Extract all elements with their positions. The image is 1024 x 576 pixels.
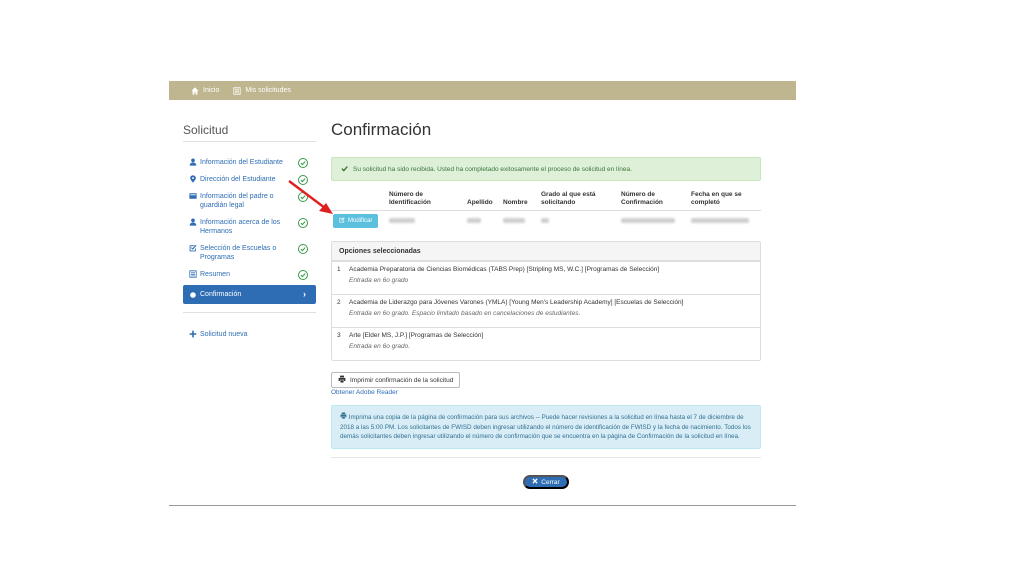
close-icon [532, 478, 538, 486]
option-subtitle: Entrada en 6o grado. [349, 343, 411, 350]
nav-home-label: Inicio [203, 87, 220, 94]
application-summary-table: Número de Identificación Apellido Nombre… [331, 191, 761, 231]
plus-icon [189, 330, 197, 338]
nav-my-applications-label: Mis solicitudes [245, 87, 291, 94]
sidebar-item-label: Selección de Escuelas o Programas [200, 245, 277, 261]
option-subtitle: Entrada en 6o grado. Espacio limitado ba… [349, 310, 581, 317]
chevron-right-icon: › [303, 289, 306, 299]
sidebar-item-student-info[interactable]: Información del Estudiante [183, 154, 316, 171]
sidebar-item-label: Confirmación [200, 291, 242, 298]
map-marker-icon [189, 175, 197, 183]
table-header-first-name: Nombre [503, 199, 528, 206]
check-icon [298, 270, 308, 280]
check-icon [298, 244, 308, 254]
success-alert: Su solicitud ha sido recibida. Usted ha … [331, 157, 761, 181]
info-alert: Imprima una copia de la página de confir… [331, 405, 761, 449]
user-icon [189, 158, 197, 166]
table-header-grade: Grado al que está solicitando [541, 191, 596, 206]
list-icon [189, 270, 197, 278]
new-application-label: Solicitud nueva [200, 331, 248, 338]
nav-home-link[interactable]: Inicio [191, 86, 220, 95]
sidebar-item-confirmation[interactable]: Confirmación › [183, 285, 316, 304]
list-item: 1 Academia Preparatoria de Ciencias Biom… [332, 261, 760, 294]
option-subtitle: Entrada en 6o grado [349, 277, 409, 284]
table-cell-first-name-redacted [501, 210, 539, 231]
table-cell-grade-redacted [539, 210, 619, 231]
main-content: Confirmación Su solicitud ha sido recibi… [331, 118, 761, 458]
id-card-icon [189, 192, 197, 200]
option-title: Arte [Elder MS, J.P.] [Programas de Sele… [349, 332, 484, 339]
table-header-last-name: Apellido [467, 199, 493, 206]
annotation-arrow-icon [288, 180, 333, 214]
option-number: 1 [337, 266, 341, 273]
table-row: Modificar [331, 210, 761, 231]
sidebar-item-label: Resumen [200, 271, 230, 278]
content-divider [331, 456, 761, 458]
table-cell-confirmation-redacted [619, 210, 689, 231]
page-title: Confirmación [331, 120, 432, 139]
home-icon [191, 86, 199, 95]
table-header-confirmation-number: Número de Confirmación [621, 191, 663, 206]
selected-options-panel: Opciones seleccionadas 1 Academia Prepar… [331, 241, 761, 361]
footer-divider [169, 505, 796, 506]
print-confirmation-button[interactable]: Imprimir confirmación de la solicitud [331, 372, 461, 388]
adobe-reader-link[interactable]: Obtener Adobe Reader [331, 389, 761, 396]
table-cell-date-redacted [689, 210, 761, 231]
table-cell-id-redacted [387, 210, 465, 231]
list-item: 3 Arte [Elder MS, J.P.] [Programas de Se… [332, 327, 760, 360]
check-icon [341, 165, 348, 174]
close-button-label: Cerrar [541, 478, 560, 486]
top-nav-bar: Inicio Mis solicitudes [169, 81, 796, 100]
sidebar: Solicitud Información del Estudiante Dir… [183, 118, 316, 343]
circle-icon [189, 291, 197, 299]
modify-button-label: Modificar [348, 218, 373, 224]
table-header-id: Número de Identificación [389, 191, 431, 206]
print-button-label: Imprimir confirmación de la solicitud [350, 376, 454, 384]
close-button[interactable]: Cerrar [523, 475, 569, 489]
sidebar-item-label: Información del Estudiante [200, 159, 283, 166]
sidebar-divider [183, 312, 316, 326]
table-cell-last-name-redacted [465, 210, 501, 231]
success-message: Su solicitud ha sido recibida. Usted ha … [353, 165, 632, 173]
sidebar-item-school-selection[interactable]: Selección de Escuelas o Programas [183, 240, 316, 266]
option-number: 3 [337, 332, 341, 339]
user-icon [189, 218, 197, 226]
print-icon [338, 375, 346, 385]
nav-my-applications-link[interactable]: Mis solicitudes [233, 86, 291, 95]
option-number: 2 [337, 299, 341, 306]
table-header-row: Número de Identificación Apellido Nombre… [331, 191, 761, 211]
sidebar-title: Solicitud [183, 118, 316, 142]
new-application-link[interactable]: Solicitud nueva [183, 326, 316, 343]
info-message: Imprima una copia de la página de confir… [340, 414, 751, 440]
list-item: 2 Academia de Liderazgo para Jóvenes Var… [332, 294, 760, 327]
sidebar-item-summary[interactable]: Resumen [183, 266, 316, 283]
option-title: Academia de Liderazgo para Jóvenes Varon… [349, 299, 684, 306]
option-title: Academia Preparatoria de Ciencias Bioméd… [349, 266, 660, 273]
selected-options-heading: Opciones seleccionadas [332, 242, 760, 261]
check-icon [298, 158, 308, 168]
list-icon [233, 86, 241, 95]
table-header-completed-date: Fecha en que se completó [691, 191, 742, 206]
checkbox-icon [189, 244, 197, 252]
print-icon [340, 412, 347, 421]
